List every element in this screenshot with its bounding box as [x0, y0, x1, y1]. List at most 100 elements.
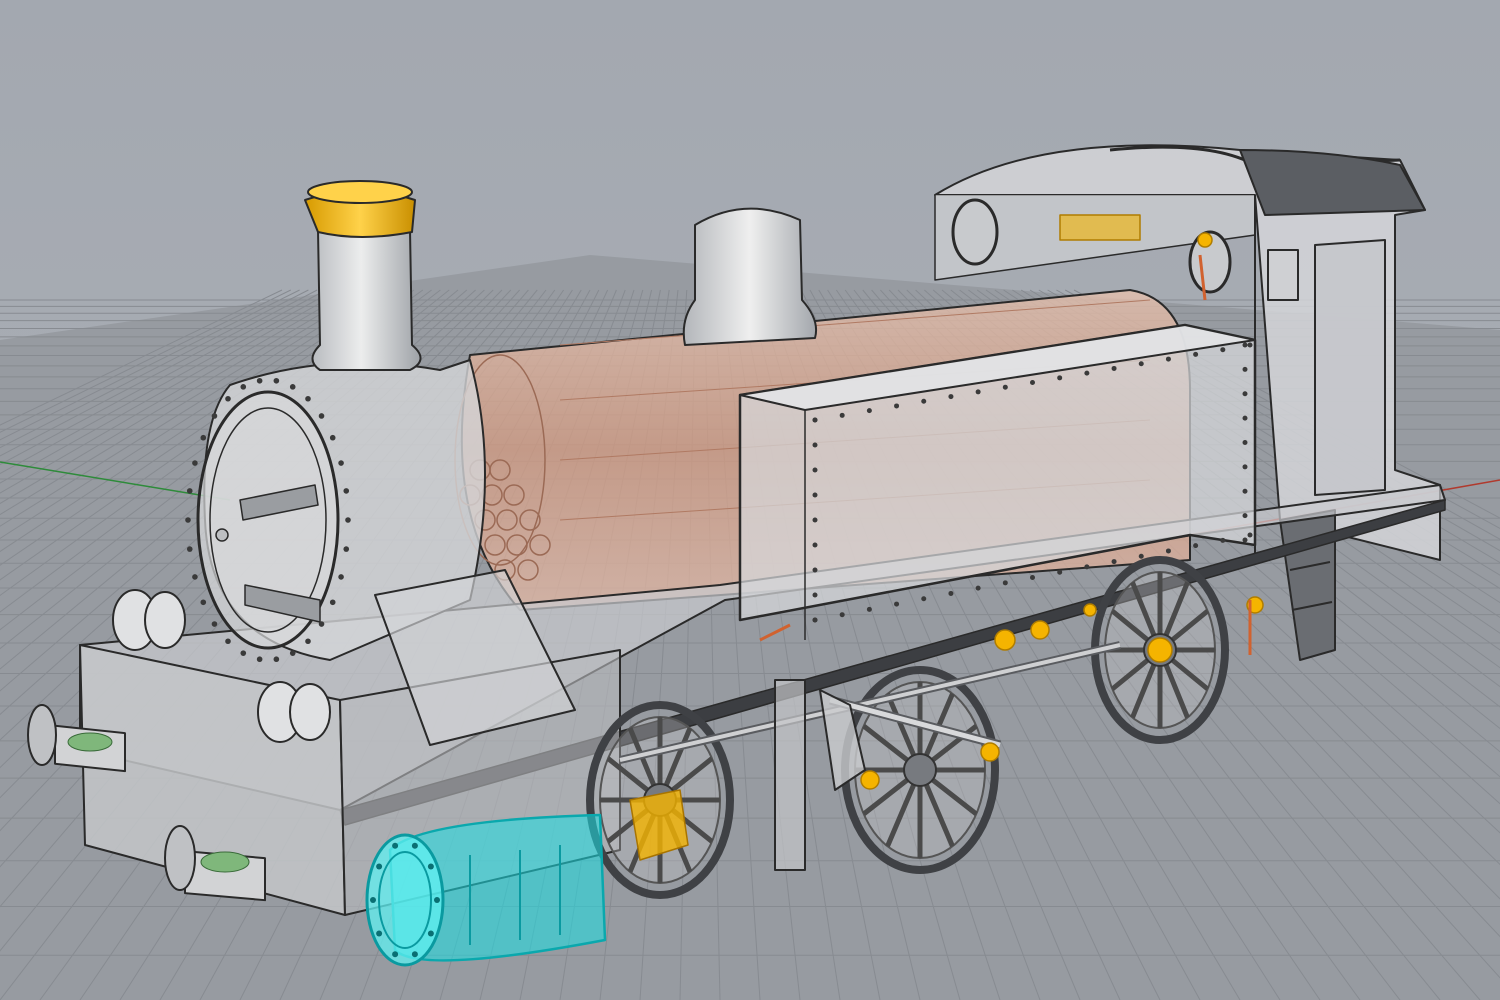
rivet: [1193, 543, 1199, 549]
rivet: [812, 592, 818, 598]
viewport-canvas[interactable]: [0, 0, 1500, 1000]
rivet: [1057, 375, 1063, 381]
rivet: [376, 930, 383, 937]
rivet: [812, 417, 818, 423]
rivet: [392, 951, 399, 958]
rivet: [1242, 488, 1248, 494]
rivet: [812, 617, 818, 623]
cylinder-selected[interactable]: [365, 813, 607, 967]
chimney[interactable]: [304, 180, 422, 371]
rivet: [921, 596, 927, 602]
rivet: [256, 656, 263, 663]
rivet: [289, 384, 296, 390]
chimney-cap-top: [307, 180, 413, 204]
rivet: [975, 585, 981, 591]
fitting: [1083, 603, 1097, 617]
rivet: [1165, 548, 1171, 554]
rivet: [318, 621, 325, 627]
rivet: [1084, 564, 1090, 570]
rivet: [411, 842, 418, 849]
rivet: [434, 897, 440, 903]
rivet: [329, 599, 336, 606]
rivet: [812, 542, 818, 548]
fitting: [1147, 637, 1173, 663]
rivet: [812, 567, 818, 573]
rivet: [411, 951, 418, 958]
rivet: [185, 517, 191, 523]
rivet: [1111, 559, 1117, 565]
rivet: [370, 897, 376, 903]
rivet: [866, 606, 872, 612]
rivet: [1220, 347, 1226, 353]
fitting: [980, 742, 1000, 762]
rivet: [839, 412, 845, 418]
rivet: [192, 574, 198, 580]
rivet: [343, 546, 350, 552]
rivet: [812, 467, 818, 473]
rivet: [975, 389, 981, 395]
rivet: [1242, 415, 1248, 421]
cab-porthole-left: [951, 198, 999, 266]
rivet: [211, 413, 218, 419]
rivet: [1242, 342, 1248, 348]
rivet: [1193, 351, 1199, 357]
rivet: [812, 517, 818, 523]
3d-viewport[interactable]: [0, 0, 1500, 1000]
rivet: [1242, 440, 1248, 445]
rivet: [192, 460, 198, 466]
rivet: [921, 398, 927, 404]
rivet: [1242, 366, 1248, 372]
rivet: [427, 930, 434, 937]
rivet: [186, 546, 193, 552]
rivet: [240, 650, 247, 656]
fitting: [1197, 232, 1213, 248]
rivet: [376, 863, 383, 870]
fitting: [860, 770, 880, 790]
rivet: [338, 460, 344, 466]
rivet: [273, 377, 280, 384]
cab-door-opening: [1314, 239, 1386, 496]
cab-window: [1267, 249, 1299, 301]
rivet: [256, 377, 263, 384]
rivet: [225, 638, 231, 645]
rivet: [343, 488, 350, 494]
fitting-block: [1059, 214, 1141, 241]
rivet: [948, 590, 954, 596]
rivet: [1002, 384, 1008, 390]
rivet: [225, 395, 231, 402]
rivet: [1247, 532, 1253, 538]
rivet: [1247, 342, 1253, 348]
rivet: [186, 488, 193, 494]
rivet: [289, 650, 296, 656]
rivet: [1242, 513, 1248, 519]
rivet: [318, 413, 325, 419]
rivet: [1242, 537, 1248, 543]
smokebox-dart-handle: [215, 528, 229, 542]
rivet: [1057, 569, 1063, 575]
rivet: [427, 863, 434, 870]
rivet: [812, 492, 818, 498]
rivet: [1242, 464, 1248, 470]
rivet: [1220, 537, 1226, 543]
rivet: [200, 434, 207, 441]
wheel-hub: [903, 753, 937, 787]
rivet: [894, 403, 900, 409]
rivet: [1242, 391, 1248, 397]
rivet: [1111, 365, 1117, 371]
rivet: [1165, 356, 1171, 362]
rivet: [894, 601, 900, 607]
rivet: [948, 394, 954, 400]
rivet: [866, 408, 872, 414]
rivet: [305, 638, 311, 645]
rivet: [1138, 553, 1144, 559]
rivet: [812, 442, 818, 448]
rivet: [240, 384, 247, 390]
rivet: [200, 599, 207, 606]
rivet: [305, 395, 311, 402]
rivet: [1002, 580, 1008, 586]
rivet: [273, 656, 280, 663]
fitting: [1030, 620, 1050, 640]
rivet: [392, 842, 399, 849]
steam-dome[interactable]: [682, 207, 818, 346]
rivet: [338, 574, 344, 580]
